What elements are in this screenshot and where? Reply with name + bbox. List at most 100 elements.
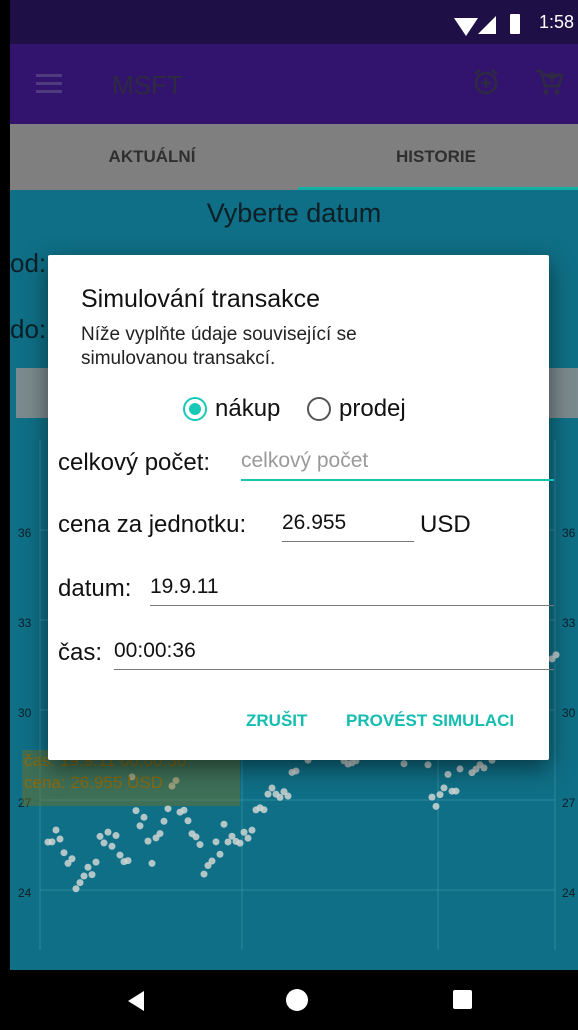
currency-label: USD	[420, 511, 471, 538]
app-bar: MSFT	[10, 44, 578, 124]
chart-point	[84, 863, 92, 871]
chart-point	[236, 839, 244, 847]
chart-point	[208, 857, 216, 865]
unit-price-input[interactable]: 26.955	[282, 511, 414, 542]
y-tick-24-right: 24	[562, 886, 576, 900]
to-label: do:	[10, 314, 47, 344]
tab-aktualni[interactable]: AKTUÁLNÍ	[10, 124, 294, 190]
chart-point	[424, 761, 432, 769]
chart-point	[432, 802, 440, 810]
y-tick-30-right: 30	[562, 706, 576, 720]
chart-point	[132, 807, 140, 815]
recents-icon[interactable]	[453, 990, 472, 1009]
chart-point	[48, 838, 56, 846]
back-icon[interactable]	[128, 991, 144, 1011]
chart-point	[160, 817, 168, 825]
chart-point	[400, 760, 408, 768]
chart-point	[88, 871, 96, 879]
chart-point	[80, 872, 88, 880]
y-tick-30-left: 30	[18, 706, 32, 720]
app-screen: 1:58 MSFT AKTUÁLNÍ HISTORIE Vyberte datu…	[10, 0, 578, 1030]
chart-point	[216, 850, 224, 858]
chart-point	[68, 855, 76, 863]
menu-icon[interactable]	[36, 74, 62, 94]
chart-point	[164, 805, 172, 813]
chart-point	[112, 832, 120, 840]
sell-label[interactable]: prodej	[339, 395, 406, 423]
chart-point	[148, 859, 156, 867]
chart-point	[284, 792, 292, 800]
battery-icon	[510, 14, 520, 34]
y-tick-36-left: 36	[18, 526, 32, 540]
chart-point	[116, 851, 124, 859]
chart-point	[220, 820, 228, 828]
chart-point	[140, 813, 148, 821]
chart-point	[444, 770, 452, 778]
chart-point	[260, 806, 268, 814]
chart-point	[52, 826, 60, 834]
chart-point	[264, 790, 272, 798]
chart-point	[108, 842, 116, 850]
wifi-icon	[454, 18, 478, 36]
simulation-dialog: Simulování transakce Níže vyplňte údaje …	[48, 255, 554, 760]
sell-radio[interactable]	[307, 397, 331, 421]
date-input[interactable]: 19.9.11	[150, 575, 554, 606]
chart-point	[456, 765, 464, 773]
from-label: od:	[10, 248, 47, 278]
chart-point	[96, 832, 104, 840]
chart-point	[452, 787, 460, 795]
chart-point	[292, 767, 300, 775]
time-label: čas:	[58, 639, 103, 666]
run-simulation-button[interactable]: PROVÉST SIMULACI	[346, 711, 514, 731]
y-tick-27-right: 27	[562, 796, 576, 810]
chart-point	[180, 806, 188, 814]
tab-bar: AKTUÁLNÍ HISTORIE	[10, 124, 578, 190]
signal-icon	[478, 16, 496, 34]
tooltip-price: cena: 26.955 USD	[24, 773, 163, 792]
app-title: MSFT	[112, 70, 183, 100]
chart-point	[268, 784, 276, 792]
chart-point	[224, 838, 232, 846]
status-bar: 1:58	[10, 0, 578, 44]
chart-point	[184, 817, 192, 825]
chart-point	[244, 834, 252, 842]
chart-point	[240, 828, 248, 836]
total-count-label: celkový počet:	[58, 449, 211, 476]
chart-point	[480, 764, 488, 772]
date-picker-title: Vyberte datum	[206, 198, 382, 228]
buy-label[interactable]: nákup	[215, 395, 280, 423]
chart-point	[248, 826, 256, 834]
chart-point	[104, 828, 112, 836]
chart-point	[124, 857, 132, 865]
chart-point	[192, 833, 200, 841]
chart-point	[56, 835, 64, 843]
total-count-input[interactable]: celkový počet	[241, 449, 554, 481]
navigation-bar	[10, 970, 578, 1030]
chart-point	[196, 841, 204, 849]
date-label: datum:	[58, 575, 132, 602]
chart-point	[76, 879, 84, 887]
cart-icon[interactable]	[534, 66, 564, 96]
chart-point	[156, 830, 164, 838]
y-tick-24-left: 24	[18, 886, 32, 900]
dialog-title: Simulování transakce	[81, 285, 321, 313]
y-tick-33-left: 33	[18, 616, 32, 630]
dialog-subtitle: Níže vyplňte údaje související se simulo…	[81, 324, 357, 369]
y-tick-36-right: 36	[562, 526, 576, 540]
home-icon[interactable]	[286, 989, 308, 1011]
chart-point	[428, 793, 436, 801]
chart-point	[276, 793, 284, 801]
chart-point	[144, 837, 152, 845]
unit-price-label: cena za jednotku:	[58, 511, 247, 538]
chart-point	[436, 791, 444, 799]
tab-historie[interactable]: HISTORIE	[294, 124, 578, 190]
chart-point	[136, 822, 144, 830]
alarm-add-icon[interactable]	[472, 68, 500, 96]
chart-point	[100, 839, 108, 847]
chart-point	[440, 784, 448, 792]
chart-point	[72, 885, 80, 893]
buy-radio[interactable]	[183, 397, 207, 421]
time-input[interactable]: 00:00:36	[114, 639, 554, 670]
cancel-button[interactable]: ZRUŠIT	[246, 711, 307, 731]
chart-point	[212, 838, 220, 846]
